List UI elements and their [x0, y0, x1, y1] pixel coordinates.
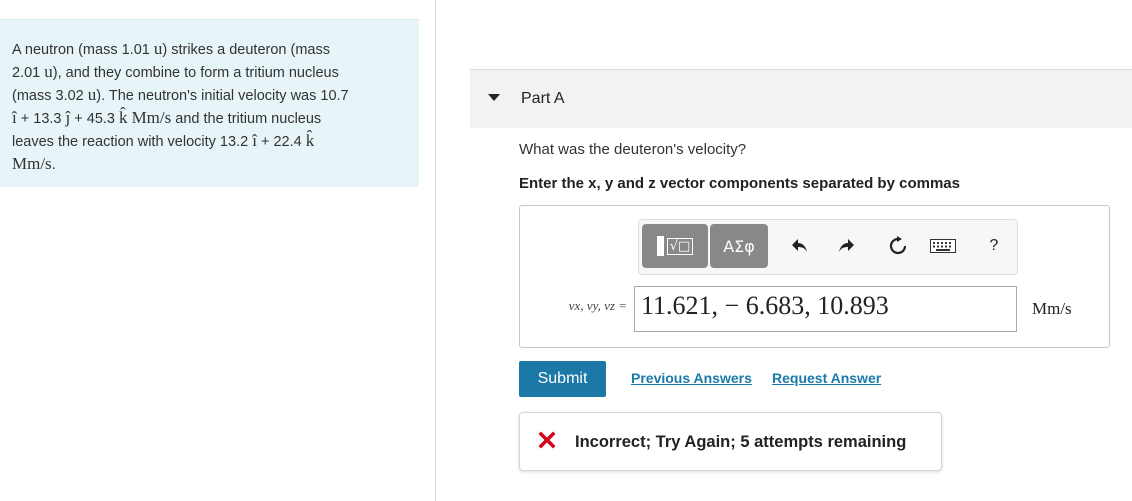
- variable-label: vx, vy, vz =: [568, 298, 627, 313]
- question-text: What was the deuteron's velocity?: [519, 141, 747, 158]
- templates-icon: √□: [656, 236, 694, 256]
- part-a-header[interactable]: Part A: [470, 69, 1132, 128]
- help-icon[interactable]: ?: [980, 232, 1008, 260]
- reset-icon[interactable]: [884, 232, 912, 260]
- keyboard-icon[interactable]: [929, 232, 957, 260]
- toolbar-button-group: √□ ΑΣφ: [642, 224, 769, 268]
- final-unit: Mm/s: [12, 154, 52, 173]
- feedback-box: Incorrect; Try Again; 5 attempts remaini…: [519, 412, 942, 471]
- answer-input[interactable]: 11.621, − 6.683, 10.893: [634, 286, 1017, 332]
- incorrect-x-icon: [538, 431, 556, 449]
- previous-answers-link[interactable]: Previous Answers: [631, 370, 752, 386]
- feedback-text: Incorrect; Try Again; 5 attempts remaini…: [575, 433, 907, 451]
- request-answer-link[interactable]: Request Answer: [772, 370, 881, 386]
- instructions-text: Enter the x, y and z vector components s…: [519, 175, 960, 192]
- greek-symbols-button[interactable]: ΑΣφ: [710, 224, 768, 268]
- problem-statement: A neutron (mass 1.01 u) strikes a deuter…: [0, 19, 419, 187]
- velocity-unit: Mm/s: [131, 108, 172, 127]
- column-divider: [435, 0, 436, 501]
- problem-text: A neutron (mass 1.01 u) strikes a deuter…: [12, 39, 349, 173]
- units-label: Mm/s: [1032, 299, 1072, 318]
- undo-icon[interactable]: [786, 232, 814, 260]
- redo-icon[interactable]: [832, 232, 860, 260]
- part-title: Part A: [521, 90, 565, 107]
- answer-box: √□ ΑΣφ ? vx, vy, vz = 11.621, − 6.683, 1…: [519, 205, 1110, 348]
- collapse-caret-icon[interactable]: [488, 94, 500, 101]
- greek-symbols-icon: ΑΣφ: [723, 236, 755, 256]
- math-toolbar: √□ ΑΣφ ?: [638, 219, 1018, 275]
- k-hat: k̂: [119, 108, 128, 127]
- templates-button[interactable]: √□: [642, 224, 708, 268]
- submit-button[interactable]: Submit: [519, 361, 606, 397]
